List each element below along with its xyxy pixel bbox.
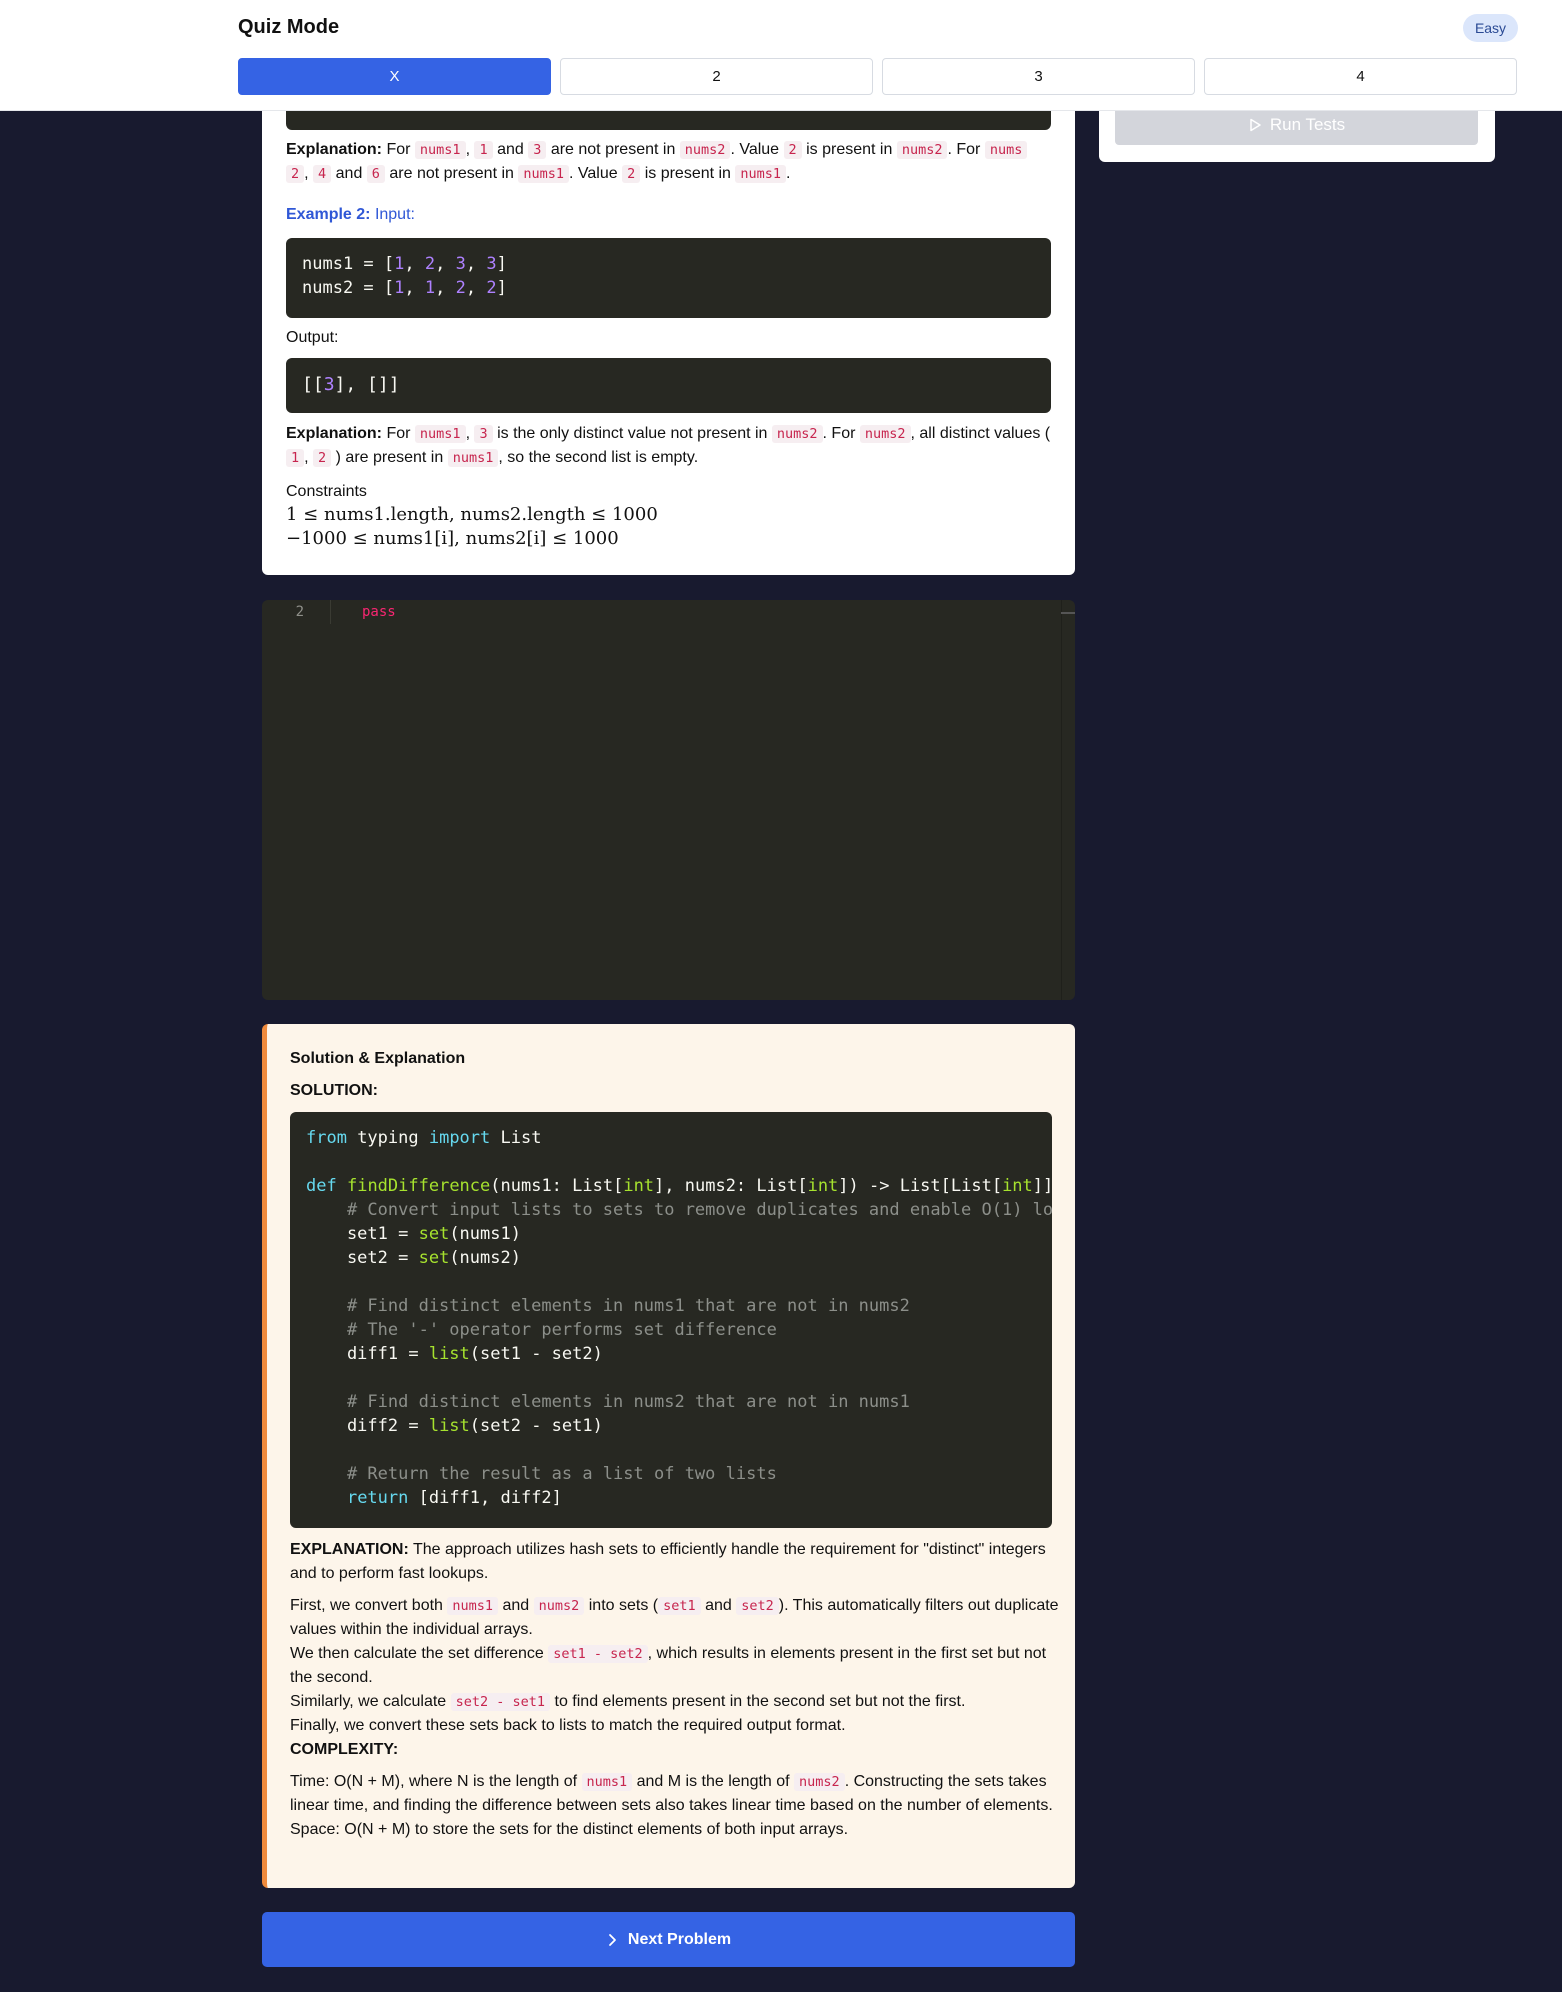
editor-code-line[interactable]: pass <box>362 604 396 620</box>
play-icon <box>1250 118 1261 132</box>
example2-input-block: nums1 = [1, 2, 3, 3] nums2 = [1, 1, 2, 2… <box>286 238 1051 318</box>
line-number: 2 <box>295 604 304 620</box>
explanation-intro: EXPLANATION: The approach utilizes hash … <box>290 1541 1046 1582</box>
constraints-label: Constraints <box>286 483 367 500</box>
page-title: Quiz Mode <box>238 16 340 38</box>
explanation-step-2: We then calculate the set difference set… <box>290 1645 1047 1686</box>
solution-label: SOLUTION: <box>290 1082 378 1099</box>
editor-scrollbar[interactable] <box>1061 600 1075 1000</box>
run-tests-button[interactable]: Run Tests <box>1115 105 1478 145</box>
scrollbar-marker <box>1061 612 1075 614</box>
space-complexity: Space: O(N + M) to store the sets for th… <box>290 1821 849 1838</box>
explanation-step-3: Similarly, we calculate set2 - set1 to f… <box>290 1693 966 1711</box>
next-problem-button[interactable]: Next Problem <box>262 1912 1075 1967</box>
header: Quiz Mode Easy X 2 3 4 <box>0 0 1562 111</box>
time-complexity: Time: O(N + M), where N is the length of… <box>290 1773 1053 1814</box>
tab-question-3[interactable]: 3 <box>882 58 1195 95</box>
explanation-paragraph: First, we convert both nums1 and nums2 i… <box>290 1594 1060 1762</box>
code-editor[interactable]: 2 pass <box>262 600 1075 1000</box>
example2-output-block: [[3], []] <box>286 358 1051 413</box>
complexity-label: COMPLEXITY: <box>290 1741 399 1758</box>
explanation-step-4: Finally, we convert these sets back to l… <box>290 1717 846 1734</box>
example2-heading: Example 2: Input: <box>286 206 415 223</box>
gutter-divider <box>330 600 331 624</box>
solution-card: Solution & Explanation SOLUTION: from ty… <box>262 1024 1075 1888</box>
run-tests-label: Run Tests <box>1269 115 1346 134</box>
example2-output-label: Output: <box>286 329 339 346</box>
tab-question-2[interactable]: 2 <box>560 58 873 95</box>
difficulty-badge: Easy <box>1463 14 1518 42</box>
constraint-2: −1000 ≤ nums1[i], nums2[i] ≤ 1000 <box>286 528 619 549</box>
solution-code-block: from typing import List def findDifferen… <box>290 1112 1052 1528</box>
example1-explanation: Explanation: For nums1, 1 and 3 are not … <box>286 138 1056 186</box>
problem-card: Explanation: For nums1, 1 and 3 are not … <box>262 60 1075 575</box>
constraint-1: 1 ≤ nums1.length, nums2.length ≤ 1000 <box>286 504 658 525</box>
next-problem-label: Next Problem <box>627 1930 732 1948</box>
example2-explanation: Explanation: For nums1, 3 is the only di… <box>286 425 1051 467</box>
chevron-right-icon <box>609 1933 616 1946</box>
question-tabs: X 2 3 4 <box>238 58 1517 95</box>
complexity-details: Time: O(N + M), where N is the length of… <box>290 1770 1060 1842</box>
solution-title: Solution & Explanation <box>290 1050 466 1067</box>
tab-question-1[interactable]: X <box>238 58 551 95</box>
tab-question-4[interactable]: 4 <box>1204 58 1517 95</box>
explanation-step-1: First, we convert both nums1 and nums2 i… <box>290 1597 1059 1638</box>
